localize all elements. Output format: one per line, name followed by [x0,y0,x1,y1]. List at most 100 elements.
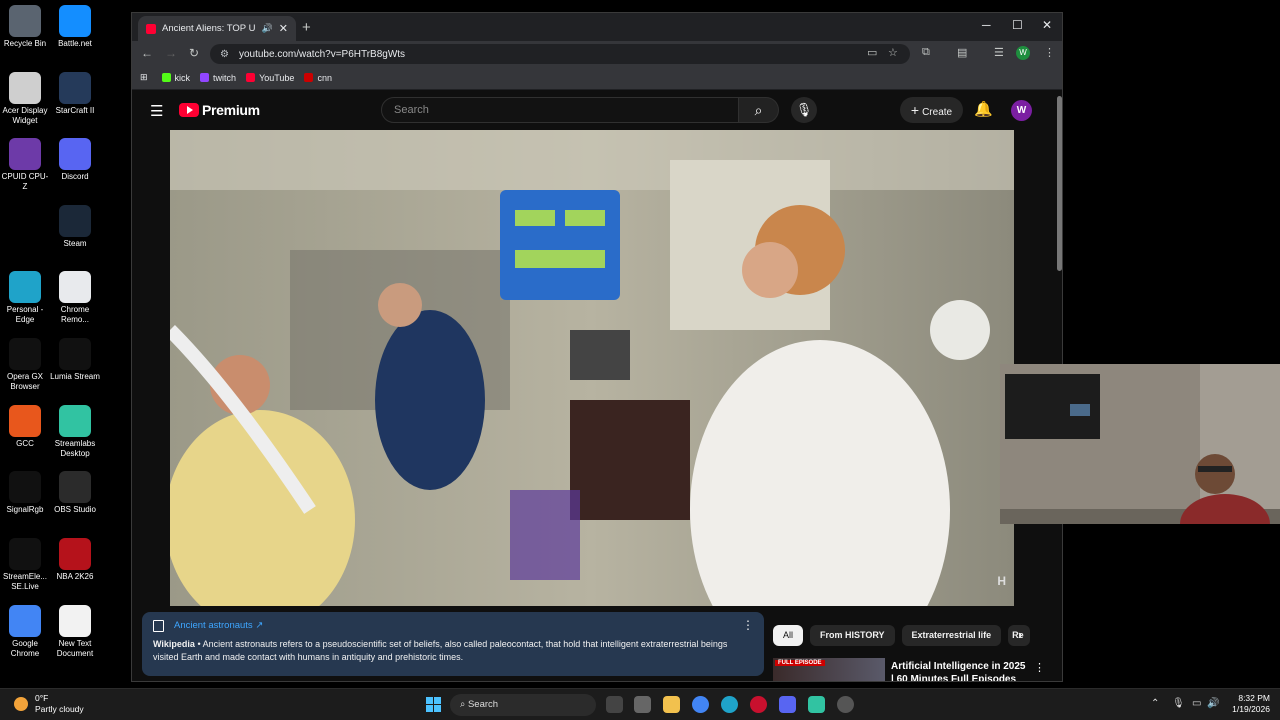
forward-icon[interactable]: → [165,46,177,60]
desktop-icon-label: Battle.net [58,39,92,48]
chip-all[interactable]: All [773,625,804,646]
microphone-tray-icon[interactable]: 🎙 [1172,698,1185,709]
page-scrollbar[interactable] [1057,96,1062,271]
search-button[interactable]: ⌕ [739,97,779,123]
desktop-icon-label: StreamEle... SE.Live [2,572,47,591]
browser-tab[interactable]: Ancient Aliens: TOP UFO M 🔊 ✕ [138,16,296,41]
recommendation-thumbnail[interactable]: FULL EPISODE [773,658,885,681]
desktop-icon[interactable]: Discord [50,138,100,182]
taskbar-search[interactable]: ⌕ Search [450,694,596,716]
chrome-icon [9,605,41,637]
info-description: • Ancient astronauts refers to a pseudos… [153,639,728,662]
edge-icon [9,271,41,303]
tab-title: Ancient Aliens: TOP UFO M [162,23,256,34]
task-view-icon[interactable] [606,696,623,713]
create-label: Create [922,107,953,118]
close-tab-icon[interactable]: ✕ [279,22,288,35]
desktop-icon[interactable]: StarCraft II [50,72,100,116]
tab-search-icon[interactable]: ☰ [994,46,1004,59]
streamlabs-taskbar-icon[interactable] [808,696,825,713]
show-hidden-icons-icon[interactable]: ⌃ [1151,698,1159,709]
minimize-icon[interactable]: ─ [982,18,991,32]
start-windows-icon[interactable] [426,697,441,712]
desktop-icon-label: Streamlabs Desktop [54,439,96,458]
youtube-logo[interactable]: Premium [179,102,260,118]
file-explorer-icon[interactable] [663,696,680,713]
desktop-icon[interactable]: Chrome Remo... [50,271,100,325]
opera-gx-icon [9,338,41,370]
reload-icon[interactable]: ↻ [189,46,199,60]
bookmark-star-icon[interactable]: ☆ [888,46,898,59]
desktop-icon[interactable]: OBS Studio [50,471,100,515]
widgets-icon[interactable] [634,696,651,713]
recommendation-item[interactable]: FULL EPISODE Artificial Intelligence in … [773,658,1043,681]
desktop-icon[interactable]: Battle.net [50,5,100,49]
info-panel-more-icon[interactable]: ⋮ [742,619,754,632]
audio-playing-icon[interactable]: 🔊 [262,23,273,34]
maximize-icon[interactable]: ☐ [1012,18,1023,32]
desktop-icon[interactable]: CPUID CPU-Z [0,138,50,192]
desktop-icon[interactable]: Google Chrome [0,605,50,659]
discord-taskbar-icon[interactable] [779,696,796,713]
bookmark-twitch[interactable]: twitch [200,73,236,83]
close-window-icon[interactable]: ✕ [1042,18,1052,32]
extensions-icon[interactable]: ⧉ [922,46,930,59]
apps-grid-icon[interactable]: ⊞ [140,72,148,83]
weather-widget[interactable]: 0°F Partly cloudy [14,693,84,715]
desktop-icon[interactable]: NBA 2K26 [50,538,100,582]
desktop-icon[interactable]: Personal - Edge [0,271,50,325]
recommendation-title[interactable]: Artificial Intelligence in 2025 | 60 Min… [891,660,1026,681]
create-button[interactable]: + Create [900,97,963,123]
opera-taskbar-icon[interactable] [750,696,767,713]
info-panel-text: Wikipedia • Ancient astronauts refers to… [153,638,753,664]
youtube-page: ☰ Premium Search ⌕ 🎙 + Create 🔔 W H Anci… [132,90,1062,681]
bookmark-label: cnn [317,72,332,83]
desktop-icon[interactable]: StreamEle... SE.Live [0,538,50,592]
desktop-icon[interactable]: Lumia Stream [50,338,100,382]
chrome-taskbar-icon[interactable] [692,696,709,713]
desktop-icon-label: Chrome Remo... [60,305,90,324]
desktop-icon[interactable]: Streamlabs Desktop [50,405,100,459]
desktop-icon[interactable]: Steam [50,205,100,249]
chip-from-history[interactable]: From HISTORY [810,625,895,646]
video-player[interactable]: H [170,130,1014,606]
new-tab-button[interactable]: + [302,19,311,36]
desktop-icon[interactable]: Acer Display Widget [0,72,50,126]
url-field[interactable]: ⚙ youtube.com/watch?v=P6HTrB8gWts [210,44,910,64]
back-icon[interactable]: ← [141,46,153,60]
recycle-bin-icon [9,5,41,37]
wikipedia-topic-link[interactable]: Ancient astronauts ↗ [174,619,263,632]
bookmark-youtube[interactable]: YouTube [246,73,294,83]
obs-taskbar-icon[interactable] [837,696,854,713]
cast-icon[interactable]: ▭ [867,46,877,59]
desktop-icon[interactable]: Opera GX Browser [0,338,50,392]
network-icon[interactable]: ▭ [1192,698,1201,709]
bookmark-kick[interactable]: kick [161,73,190,83]
chevron-right-icon[interactable]: › [1018,627,1022,642]
notifications-bell-icon[interactable]: 🔔 [974,100,993,118]
voice-search-button[interactable]: 🎙 [791,97,817,123]
menu-kebab-icon[interactable]: ⋮ [1044,46,1055,59]
edge-taskbar-icon[interactable] [721,696,738,713]
desktop-icon-label: Steam [63,239,87,248]
desktop-icon[interactable]: Recycle Bin [0,5,50,49]
desktop-icon[interactable]: SignalRgb [0,471,50,515]
desktop-icon[interactable]: GCC [0,405,50,449]
volume-icon[interactable]: 🔊 [1207,698,1219,709]
clock-date: 1/19/2026 [1232,704,1270,714]
site-info-icon[interactable]: ⚙ [220,49,229,60]
chip-extraterrestrial-life[interactable]: Extraterrestrial life [901,625,1002,646]
side-panel-icon[interactable]: ▤ [957,46,967,59]
desktop-icon[interactable]: New Text Document [50,605,100,659]
bookmark-cnn[interactable]: cnn [304,73,332,83]
hamburger-menu-icon[interactable]: ☰ [150,102,163,120]
search-input[interactable]: Search [381,97,739,123]
recommendation-more-icon[interactable]: ⋮ [1034,661,1043,674]
desktop-icon-label: Lumia Stream [50,372,100,381]
browser-window: Ancient Aliens: TOP UFO M 🔊 ✕ + ─ ☐ ✕ ← … [131,12,1063,682]
system-clock[interactable]: 8:32 PM 1/19/2026 [1225,693,1270,715]
account-avatar[interactable]: W [1011,100,1032,121]
gcc-icon [9,405,41,437]
profile-avatar[interactable]: W [1016,46,1030,60]
chrome-remote-icon [59,271,91,303]
